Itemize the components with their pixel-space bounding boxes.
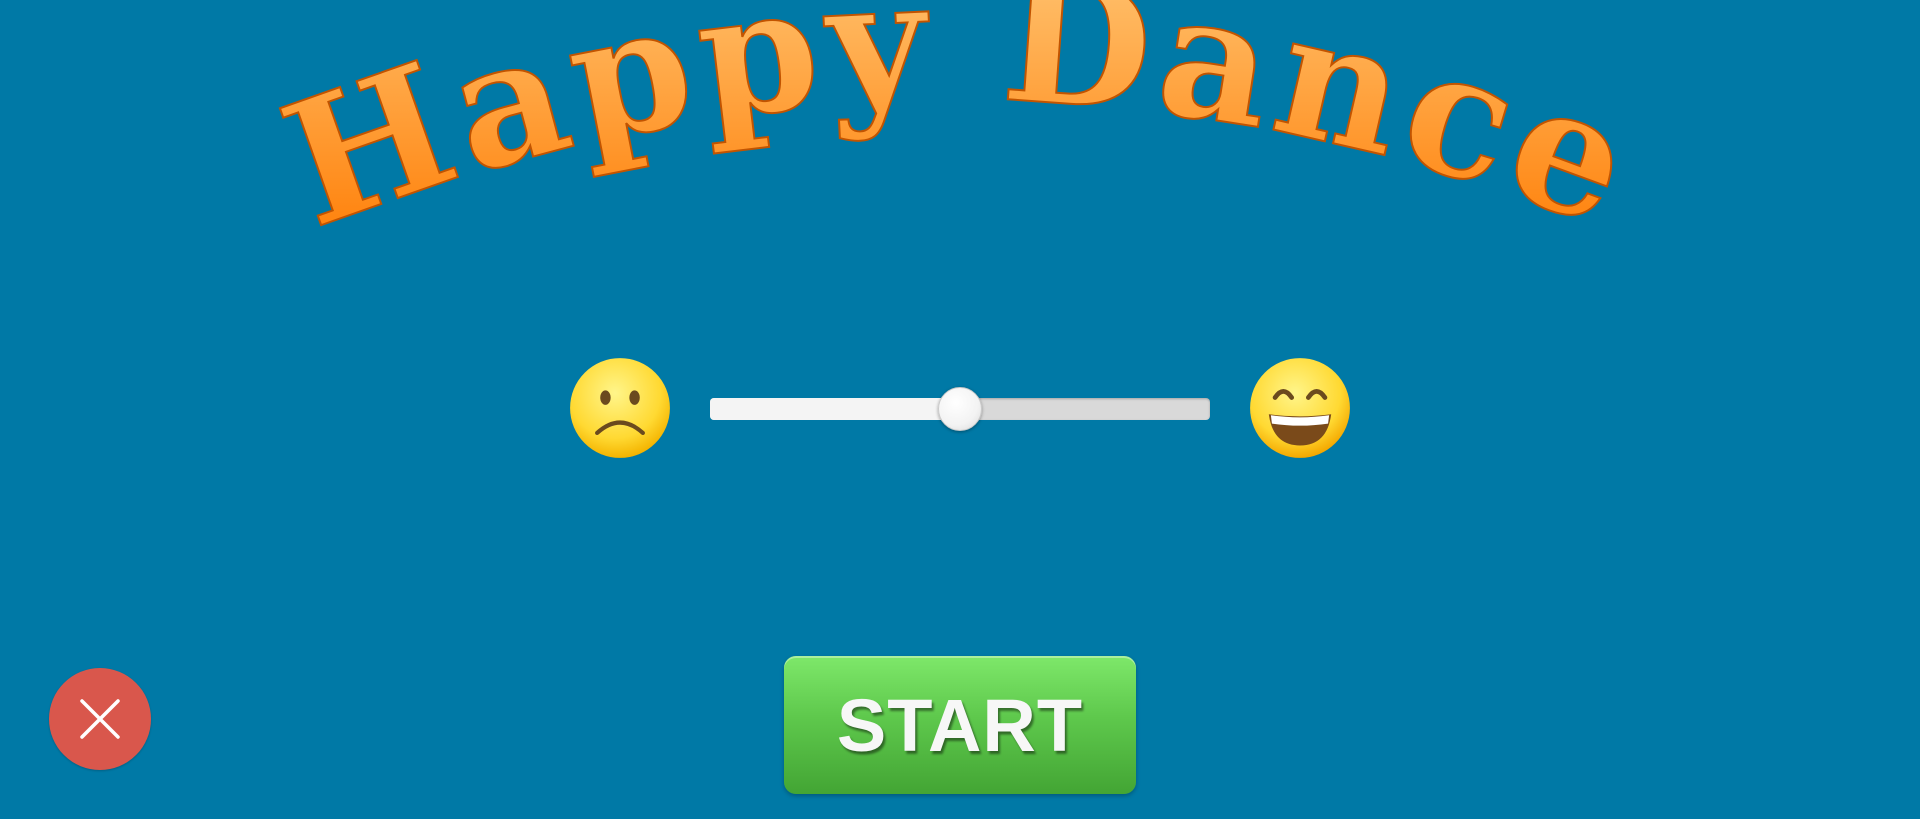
game-screen: Happy Dance START (0, 0, 1920, 819)
svg-text:Happy Dance: Happy Dance (261, 0, 1661, 267)
game-title: Happy Dance (180, 0, 1740, 330)
mood-slider[interactable] (710, 387, 1210, 431)
start-button[interactable]: START (784, 656, 1136, 794)
start-button-label: START (836, 683, 1084, 767)
mood-selector (0, 350, 1920, 470)
grinning-face-icon (1248, 356, 1352, 460)
game-title-art: Happy Dance (260, 0, 1661, 268)
game-title-text: Happy Dance (260, 0, 1656, 268)
mood-slider-thumb[interactable] (938, 387, 982, 431)
mood-slider-fill (710, 398, 960, 420)
close-button[interactable] (49, 668, 151, 770)
frowning-face-icon (568, 356, 672, 460)
close-icon (80, 699, 120, 739)
